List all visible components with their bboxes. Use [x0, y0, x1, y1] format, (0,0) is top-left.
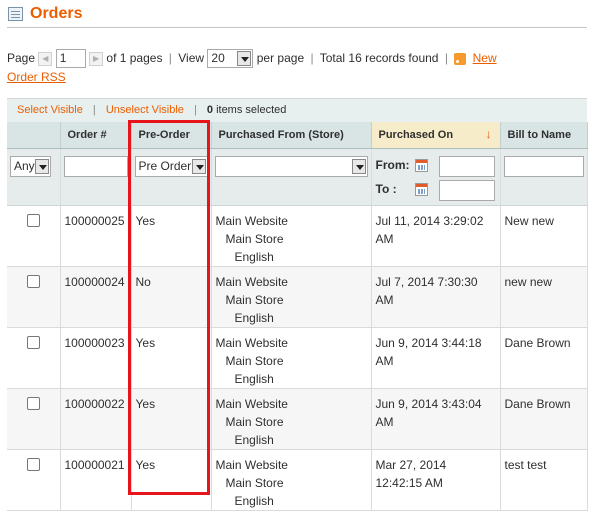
pre-order-filter-select[interactable]: Pre Order [134, 155, 208, 177]
bill-to-cell: New new [500, 205, 588, 267]
calendar-icon[interactable] [414, 182, 428, 196]
order-num-cell: 100000022 [60, 388, 132, 450]
store-cell: Main Website Main Store English [211, 266, 372, 328]
date-to-input[interactable] [438, 179, 495, 201]
store-cell: Main Website Main Store English [211, 388, 372, 450]
pre-order-cell: Yes [131, 205, 212, 267]
bill-to-cell: new new [500, 266, 588, 328]
selected-label: items selected [216, 104, 287, 116]
row-checkbox[interactable] [26, 213, 40, 227]
page-label: Page [7, 51, 36, 65]
date-from-row: From: [375, 155, 497, 180]
sort-arrow-icon: ↓ [485, 127, 492, 141]
store-cell: Main Website Main Store English [211, 205, 372, 267]
chevron-down-icon [237, 51, 252, 67]
store-cell: Main Website Main Store English [211, 449, 372, 511]
column-header-massaction [7, 122, 61, 149]
column-header-purchased-from[interactable]: Purchased From (Store) [211, 122, 372, 149]
order-num-cell: 100000024 [60, 266, 132, 328]
table-row[interactable]: 100000024 No Main Website Main Store Engli… [7, 266, 588, 328]
page-header: Orders [7, 4, 587, 28]
bill-to-cell: Dane Brown [500, 327, 588, 389]
rss-icon[interactable] [454, 52, 467, 65]
view-label: View [178, 51, 205, 65]
row-checkbox[interactable] [26, 396, 40, 410]
date-from-input[interactable] [438, 155, 495, 177]
total-records-text: Total 16 records found [319, 51, 439, 65]
pre-order-cell: Yes [131, 327, 212, 389]
row-checkbox[interactable] [26, 457, 40, 471]
bill-to-filter-input[interactable] [503, 155, 584, 177]
purchased-on-cell: Jul 11, 2014 3:29:02 AM [371, 205, 501, 267]
page-number-input[interactable]: 1 [55, 49, 86, 69]
table-row[interactable]: 100000021 Yes Main Website Main Store Engl… [7, 449, 588, 511]
orders-icon [8, 7, 23, 21]
store-cell: Main Website Main Store English [211, 327, 372, 389]
row-checkbox[interactable] [26, 274, 40, 288]
pre-order-cell: Yes [131, 449, 212, 511]
pre-order-cell: No [131, 266, 212, 328]
order-num-cell: 100000023 [60, 327, 132, 389]
calendar-icon[interactable] [414, 158, 428, 172]
purchased-on-cell: Jul 7, 2014 7:30:30 AM [371, 266, 501, 328]
order-num-cell: 100000021 [60, 449, 132, 511]
purchased-on-cell: Jun 9, 2014 3:44:18 AM [371, 327, 501, 389]
pre-order-cell: Yes [131, 388, 212, 450]
page-title: Orders [30, 5, 83, 22]
massaction-filter-select[interactable]: Any [10, 155, 51, 177]
filter-row: Any Pre Order From: To : [7, 148, 588, 206]
table-row[interactable]: 100000022 Yes Main Website Main Store Engl… [7, 388, 588, 450]
chevron-down-icon [191, 158, 206, 174]
column-header-order-num[interactable]: Order # [60, 122, 132, 149]
unselect-visible-link[interactable]: Unselect Visible [106, 104, 184, 116]
order-num-cell: 100000025 [60, 205, 132, 267]
column-header-row: Order # Pre-Order Purchased From (Store)… [7, 122, 588, 149]
purchased-on-cell: Mar 27, 2014 12:42:15 AM [371, 449, 501, 511]
row-checkbox[interactable] [26, 335, 40, 349]
chevron-down-icon [35, 158, 49, 174]
selected-count: 0 [206, 104, 213, 116]
from-label: From: [375, 157, 410, 172]
column-header-pre-order[interactable]: Pre-Order [131, 122, 212, 149]
table-row[interactable]: 100000023 Yes Main Website Main Store Engl… [7, 327, 588, 389]
table-row[interactable]: 100000025 Yes Main Website Main Store Engl… [7, 205, 588, 267]
bill-to-cell: Dane Brown [500, 388, 588, 450]
per-page-label: per page [256, 51, 305, 65]
order-num-filter-input[interactable] [63, 155, 128, 177]
purchased-on-cell: Jun 9, 2014 3:43:04 AM [371, 388, 501, 450]
per-page-select[interactable]: 20 [207, 49, 254, 69]
column-header-purchased-on[interactable]: Purchased On ↓ [371, 122, 501, 149]
massaction-bar: Select Visible | Unselect Visible | 0 it… [7, 98, 587, 122]
column-header-bill-to-name[interactable]: Bill to Name [500, 122, 588, 149]
select-visible-link[interactable]: Select Visible [17, 104, 83, 116]
prev-page-icon[interactable]: ◀ [38, 51, 53, 66]
to-label: To : [375, 181, 397, 196]
pager: Page ◀ 1 ▶ of 1 pages | View 20 per page… [7, 49, 497, 85]
store-filter-select[interactable] [214, 155, 368, 177]
of-pages-label: of 1 pages [106, 51, 163, 65]
bill-to-cell: test test [500, 449, 588, 511]
date-to-row: To : [375, 179, 497, 204]
orders-grid: Order # Pre-Order Purchased From (Store)… [7, 122, 588, 511]
next-page-icon[interactable]: ▶ [89, 51, 104, 66]
chevron-down-icon [351, 158, 366, 174]
